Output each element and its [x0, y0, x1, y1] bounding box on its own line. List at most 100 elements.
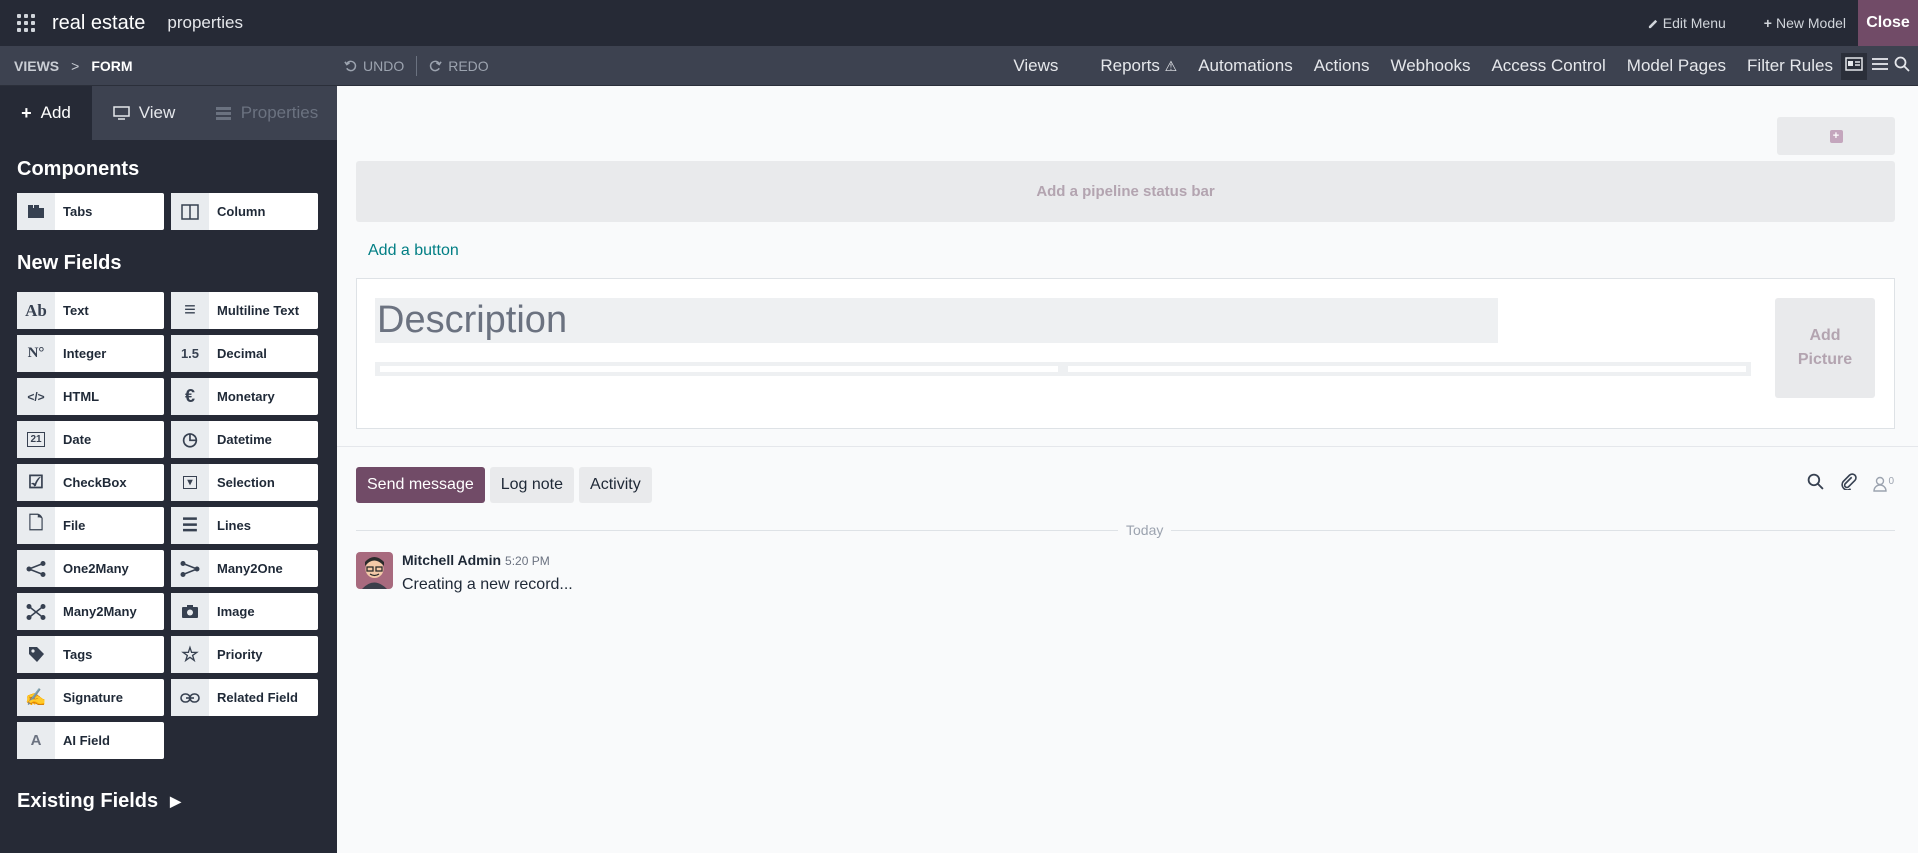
avatar[interactable]: [356, 552, 393, 589]
tab-properties[interactable]: Properties: [196, 86, 337, 140]
breadcrumb-views[interactable]: VIEWS: [14, 58, 59, 74]
many2one-icon: [171, 550, 209, 587]
description-field[interactable]: Description: [375, 298, 1498, 343]
nav-automations[interactable]: Automations: [1198, 56, 1293, 76]
field-selection[interactable]: ▾ Selection: [171, 464, 318, 501]
camera-icon: [171, 593, 209, 630]
ai-icon: A: [17, 722, 55, 759]
caret-right-icon: ▶: [170, 793, 181, 809]
add-button-link[interactable]: Add a button: [368, 242, 459, 260]
field-multiline-text-label: Multiline Text: [217, 303, 300, 318]
field-many2many[interactable]: Many2Many: [17, 593, 164, 630]
divider: [337, 446, 1918, 447]
signature-icon: ✍: [17, 679, 55, 716]
undo-button[interactable]: UNDO: [344, 58, 404, 74]
activity-button[interactable]: Activity: [579, 467, 652, 503]
add-smart-button[interactable]: +: [1777, 117, 1895, 155]
add-picture-placeholder[interactable]: Add Picture: [1775, 298, 1875, 398]
send-message-button[interactable]: Send message: [356, 467, 485, 503]
nav-actions[interactable]: Actions: [1314, 56, 1370, 76]
nav-webhooks[interactable]: Webhooks: [1390, 56, 1470, 76]
chatter-buttons: Send message Log note Activity: [356, 467, 652, 503]
link-icon: [171, 679, 209, 716]
search-view-icon[interactable]: [1894, 56, 1910, 77]
field-tags[interactable]: Tags: [17, 636, 164, 673]
breadcrumb-separator: >: [71, 57, 80, 74]
tab-add[interactable]: + Add: [0, 86, 92, 140]
field-file-label: File: [63, 518, 86, 533]
field-signature[interactable]: ✍ Signature: [17, 679, 164, 716]
nav-reports[interactable]: Reports ⚠: [1079, 56, 1177, 76]
field-checkbox[interactable]: ☑ CheckBox: [17, 464, 164, 501]
chatter-toolbar: 0: [1807, 473, 1894, 495]
field-integer[interactable]: N° Integer: [17, 335, 164, 372]
tag-icon: [17, 636, 55, 673]
new-fields-grid: Ab Text ≡ Multiline Text N° Integer 1.5 Deci…: [17, 292, 337, 759]
app-menu-icon[interactable]: [0, 0, 52, 46]
form-sheet: Description Add Picture: [356, 278, 1895, 429]
field-related[interactable]: Related Field: [171, 679, 318, 716]
component-column[interactable]: Column: [171, 193, 318, 230]
field-ai[interactable]: A AI Field: [17, 722, 164, 759]
field-file[interactable]: 🗋 File: [17, 507, 164, 544]
studio-nav: Views Reports ⚠ Automations Actions Webh…: [992, 46, 1833, 86]
list-icon: ☰: [171, 507, 209, 544]
many2many-icon: [17, 593, 55, 630]
empty-field-left[interactable]: [375, 362, 1063, 376]
edit-menu-button[interactable]: Edit Menu: [1648, 15, 1726, 31]
nav-model-pages[interactable]: Model Pages: [1627, 56, 1726, 76]
close-button[interactable]: Close: [1858, 0, 1918, 46]
field-monetary[interactable]: € Monetary: [171, 378, 318, 415]
redo-button[interactable]: REDO: [429, 58, 489, 74]
existing-fields-toggle[interactable]: Existing Fields ▶: [17, 790, 181, 813]
field-image[interactable]: Image: [171, 593, 318, 630]
tab-view[interactable]: View: [92, 86, 196, 140]
pencil-icon: [1648, 19, 1657, 28]
field-related-label: Related Field: [217, 690, 298, 705]
nav-filter-rules[interactable]: Filter Rules: [1747, 56, 1833, 76]
menu-properties[interactable]: properties: [167, 13, 243, 33]
date-separator: Today: [356, 522, 1895, 538]
field-text[interactable]: Ab Text: [17, 292, 164, 329]
field-decimal-label: Decimal: [217, 346, 267, 361]
app-name[interactable]: real estate: [52, 12, 145, 35]
empty-field-right[interactable]: [1063, 362, 1751, 376]
message-body: Creating a new record...: [402, 576, 573, 593]
sidebar-tabs: + Add View Properties: [0, 86, 337, 140]
field-many2one[interactable]: Many2One: [171, 550, 318, 587]
euro-icon: €: [171, 378, 209, 415]
existing-fields-label: Existing Fields: [17, 790, 159, 812]
field-many2many-label: Many2Many: [63, 604, 137, 619]
new-model-button[interactable]: + New Model: [1764, 15, 1846, 31]
field-one2many[interactable]: One2Many: [17, 550, 164, 587]
undo-label: UNDO: [363, 57, 405, 74]
nav-access-control[interactable]: Access Control: [1491, 56, 1605, 76]
field-priority[interactable]: ☆ Priority: [171, 636, 318, 673]
field-date-label: Date: [63, 432, 92, 447]
column-icon: [171, 193, 209, 230]
form-view-icon[interactable]: [1841, 52, 1868, 80]
field-lines[interactable]: ☰ Lines: [171, 507, 318, 544]
code-icon: </>: [17, 378, 55, 415]
search-icon[interactable]: [1807, 473, 1825, 495]
field-date[interactable]: 21 Date: [17, 421, 164, 458]
selection-icon-glyph: ▾: [183, 476, 197, 489]
field-decimal[interactable]: 1.5 Decimal: [171, 335, 318, 372]
followers-button[interactable]: 0: [1873, 476, 1894, 492]
log-note-button[interactable]: Log note: [489, 467, 575, 503]
integer-icon: N°: [17, 335, 55, 372]
field-multiline-text[interactable]: ≡ Multiline Text: [171, 292, 318, 329]
nav-views[interactable]: Views: [1013, 56, 1058, 76]
paperclip-icon[interactable]: [1840, 473, 1858, 495]
component-tabs[interactable]: Tabs: [17, 193, 164, 230]
pipeline-status-bar-placeholder[interactable]: Add a pipeline status bar: [356, 161, 1895, 222]
list-view-icon[interactable]: [1871, 57, 1889, 76]
field-html[interactable]: </> HTML: [17, 378, 164, 415]
field-signature-label: Signature: [63, 690, 123, 705]
field-datetime[interactable]: ◷ Datetime: [171, 421, 318, 458]
view-switcher: [1833, 46, 1918, 86]
message-author[interactable]: Mitchell Admin: [402, 552, 501, 568]
field-many2one-label: Many2One: [217, 561, 283, 576]
component-tabs-label: Tabs: [63, 204, 93, 219]
divider: [416, 55, 418, 76]
